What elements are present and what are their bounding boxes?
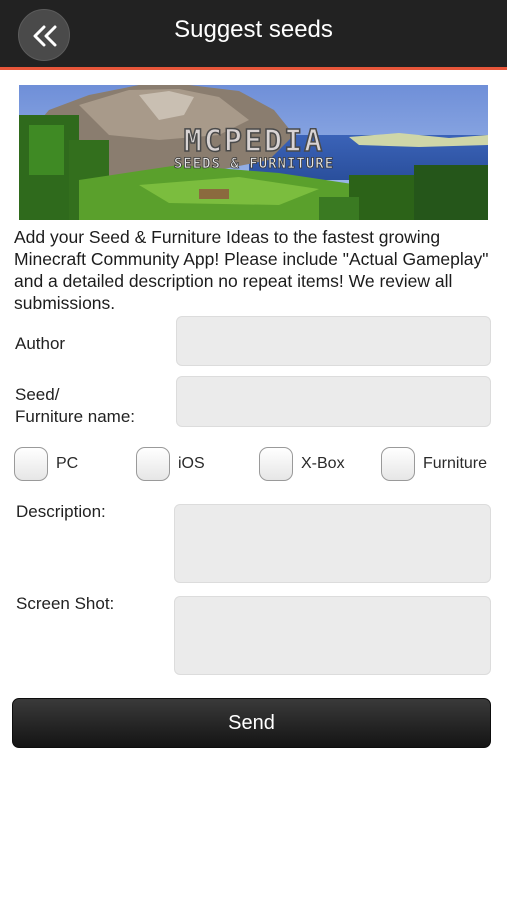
author-label: Author — [15, 334, 66, 353]
page-title: Suggest seeds — [174, 16, 333, 43]
seed-name-label-line2: Furniture name: — [15, 407, 135, 426]
nav-bar: Suggest seeds — [0, 0, 507, 70]
author-input[interactable] — [176, 316, 491, 366]
checkbox-box[interactable] — [14, 447, 48, 481]
checkbox-box[interactable] — [136, 447, 170, 481]
seed-name-label-line1: Seed/ — [15, 385, 60, 404]
platform-checkboxes: PC iOS X-Box Furniture — [14, 445, 494, 485]
checkbox-label: iOS — [178, 455, 205, 472]
description-label: Description: — [16, 502, 106, 521]
description-textarea[interactable] — [174, 504, 491, 583]
screenshot-field[interactable] — [174, 596, 491, 675]
seed-name-input[interactable] — [176, 376, 491, 427]
checkbox-label: PC — [56, 455, 79, 472]
banner-logo-text: MCPEDIA — [184, 124, 324, 159]
checkbox-box[interactable] — [259, 447, 293, 481]
checkbox-label: X-Box — [301, 455, 345, 472]
send-button[interactable]: Send — [12, 698, 491, 748]
banner-image: MCPEDIA SEEDS & FURNITURE — [19, 85, 488, 220]
checkbox-box[interactable] — [381, 447, 415, 481]
seed-name-label: Seed/ Furniture name: — [15, 384, 135, 428]
screenshot-label: Screen Shot: — [16, 594, 115, 613]
intro-text: Add your Seed & Furniture Ideas to the f… — [14, 227, 489, 313]
checkbox-label: Furniture — [423, 455, 488, 472]
banner-logo-subtitle: SEEDS & FURNITURE — [174, 156, 334, 172]
